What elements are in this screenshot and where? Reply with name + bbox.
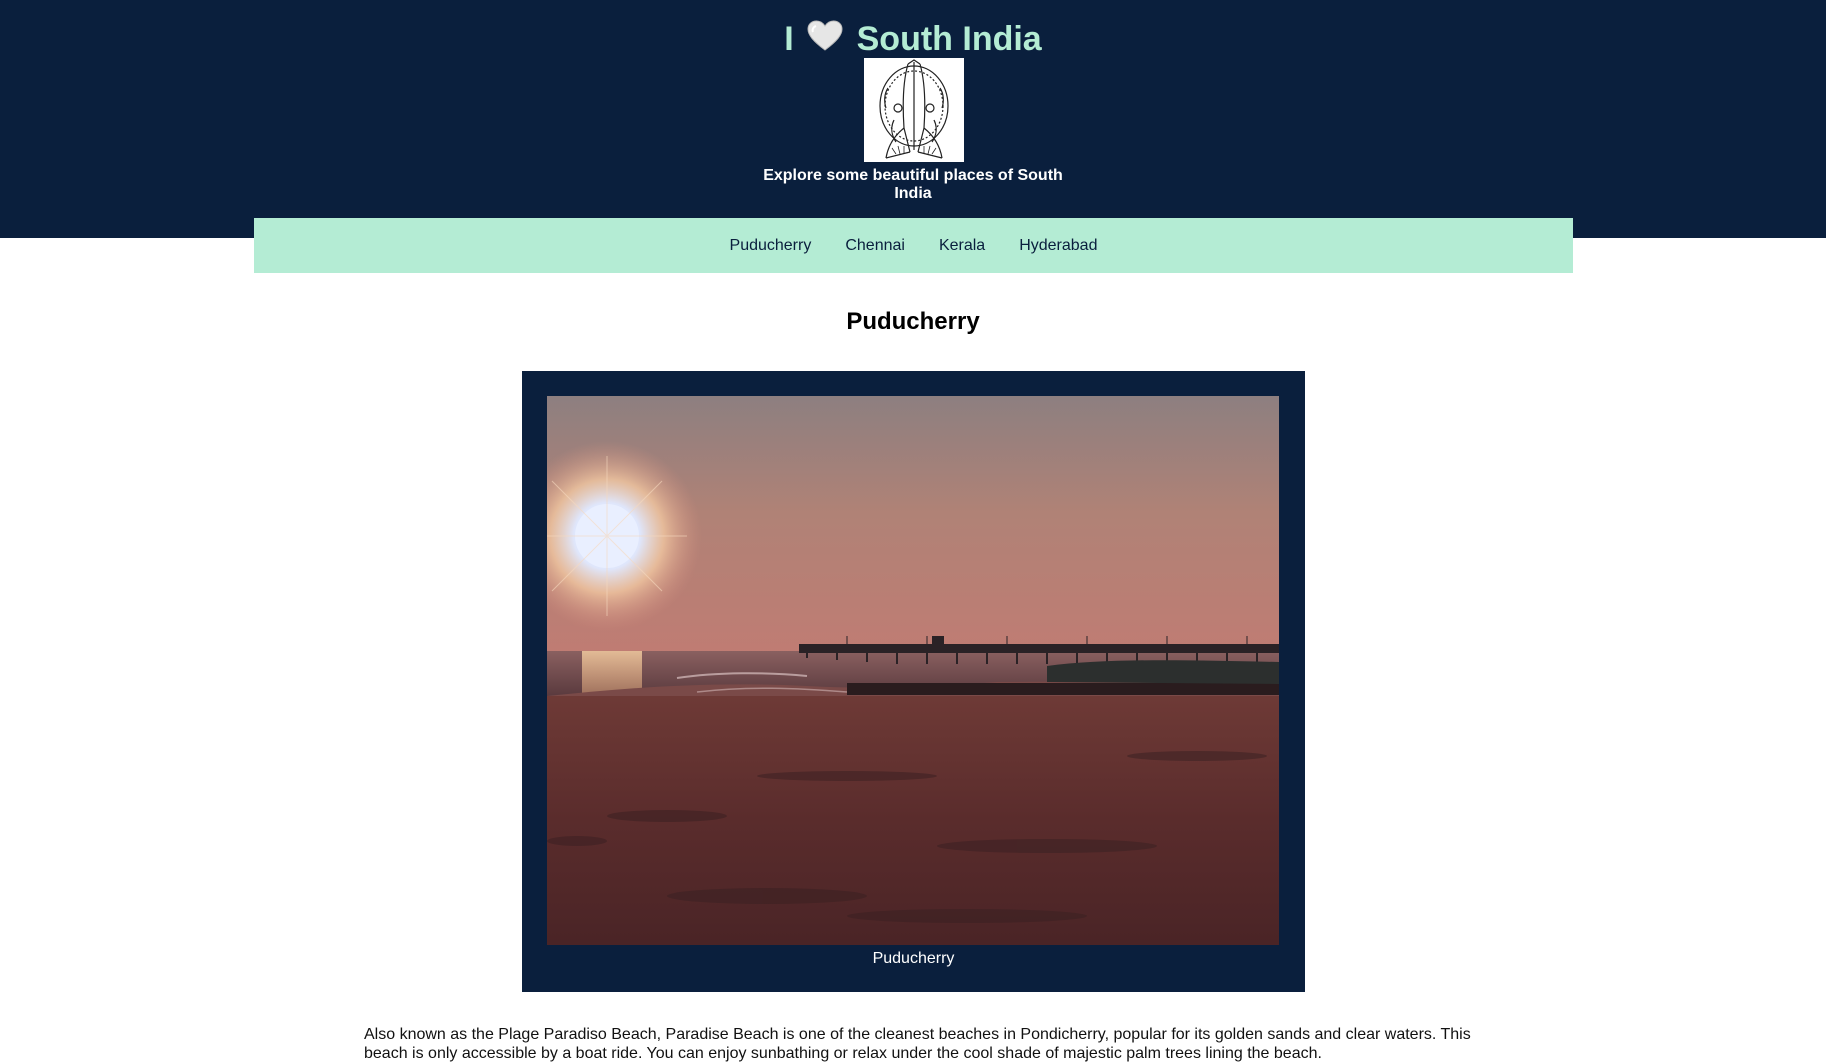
- heart-icon: [807, 20, 843, 62]
- main-nav: Puducherry Chennai Kerala Hyderabad: [254, 218, 1573, 273]
- nav-link-puducherry[interactable]: Puducherry: [730, 237, 812, 255]
- beach-sunset-photo: [547, 396, 1279, 945]
- description-paragraph: Also known as the Plage Paradiso Beach, …: [364, 1026, 1471, 1062]
- nav-link-kerala[interactable]: Kerala: [939, 237, 985, 255]
- site-title-prefix: I: [784, 20, 794, 58]
- photo-figure: Puducherry: [522, 371, 1305, 992]
- nav-link-hyderabad[interactable]: Hyderabad: [1019, 237, 1097, 255]
- site-title-suffix: South India: [856, 20, 1042, 58]
- site-title: I South India: [0, 18, 1826, 62]
- nav-link-chennai[interactable]: Chennai: [845, 237, 905, 255]
- tagline: Explore some beautiful places of South I…: [763, 167, 1063, 202]
- photo-caption: Puducherry: [872, 950, 955, 967]
- namaste-hands-icon: [864, 58, 964, 162]
- page-heading: Puducherry: [846, 308, 980, 335]
